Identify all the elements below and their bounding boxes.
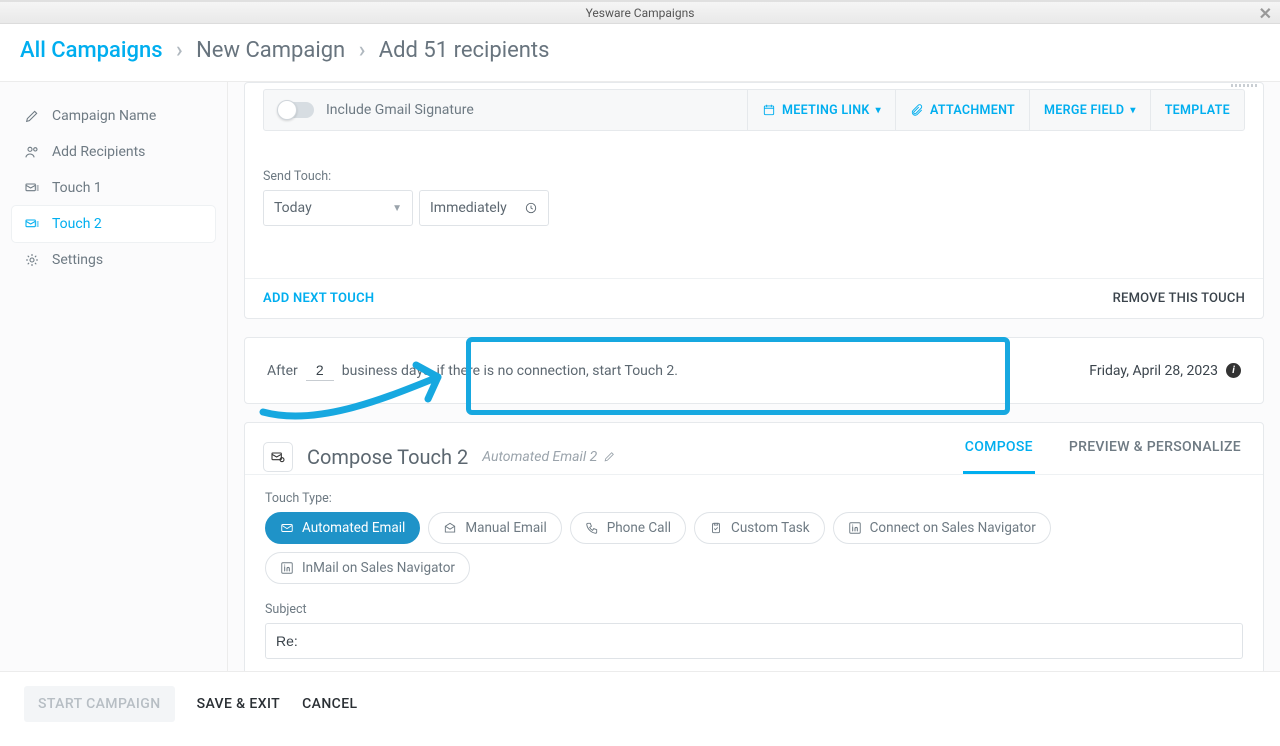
save-exit-button[interactable]: SAVE & EXIT xyxy=(197,696,281,712)
sidebar-item-touch-2[interactable]: Touch 2 xyxy=(12,206,215,242)
footer: START CAMPAIGN SAVE & EXIT CANCEL xyxy=(0,671,1280,735)
pill-phone-call[interactable]: Phone Call xyxy=(570,512,686,544)
linkedin-icon xyxy=(848,521,862,535)
meeting-link-button[interactable]: MEETING LINK ▾ xyxy=(747,89,895,131)
mail-icon xyxy=(280,521,294,535)
gmail-signature-toggle[interactable] xyxy=(278,102,314,118)
subject-input[interactable] xyxy=(265,623,1243,659)
subject-label: Subject xyxy=(265,602,1243,617)
sidebar: Campaign Name Add Recipients Touch 1 Tou… xyxy=(0,82,228,671)
calendar-icon xyxy=(762,103,776,117)
sidebar-item-label: Add Recipients xyxy=(52,144,145,160)
sidebar-item-label: Touch 2 xyxy=(52,216,102,232)
compose-touch-panel: Compose Touch 2 Automated Email 2 COMPOS… xyxy=(244,422,1264,671)
chevron-down-icon: ▼ xyxy=(392,203,402,214)
phone-icon xyxy=(585,521,599,535)
info-icon[interactable]: i xyxy=(1226,363,1241,378)
chevron-down-icon: ▾ xyxy=(876,105,881,116)
clipboard-check-icon xyxy=(709,521,723,535)
delay-prefix: After xyxy=(267,363,298,379)
mail-send-icon xyxy=(24,216,40,232)
send-time-select[interactable]: Immediately xyxy=(419,190,549,226)
sidebar-item-label: Settings xyxy=(52,252,103,268)
merge-field-button[interactable]: MERGE FIELD ▾ xyxy=(1029,89,1150,131)
sidebar-item-add-recipients[interactable]: Add Recipients xyxy=(12,134,215,170)
mail-open-icon xyxy=(443,521,457,535)
breadcrumb: All Campaigns › New Campaign › Add 51 re… xyxy=(0,24,1280,81)
touch-type-label: Touch Type: xyxy=(265,491,1243,506)
start-campaign-button: START CAMPAIGN xyxy=(24,686,175,722)
pencil-icon xyxy=(603,450,616,463)
gear-icon xyxy=(24,252,40,268)
send-day-select[interactable]: Today ▼ xyxy=(263,190,413,226)
sidebar-item-touch-1[interactable]: Touch 1 xyxy=(12,170,215,206)
linkedin-icon xyxy=(280,561,294,575)
paperclip-icon xyxy=(910,103,924,117)
pill-inmail-sales-navigator[interactable]: InMail on Sales Navigator xyxy=(265,552,470,584)
delay-days-input[interactable] xyxy=(306,360,334,381)
gmail-signature-label: Include Gmail Signature xyxy=(326,102,474,118)
main-content: Include Gmail Signature MEETING LINK ▾ A… xyxy=(228,82,1280,671)
users-icon xyxy=(24,144,40,160)
sidebar-item-campaign-name[interactable]: Campaign Name xyxy=(12,98,215,134)
sidebar-item-label: Touch 1 xyxy=(52,180,102,196)
pill-automated-email[interactable]: Automated Email xyxy=(265,512,420,544)
delay-card: After business days, if there is no conn… xyxy=(244,337,1264,404)
breadcrumb-root[interactable]: All Campaigns xyxy=(20,38,163,63)
chevron-down-icon: ▾ xyxy=(1130,105,1135,116)
compose-subtitle[interactable]: Automated Email 2 xyxy=(482,449,616,465)
breadcrumb-new-campaign[interactable]: New Campaign xyxy=(196,38,345,63)
pill-custom-task[interactable]: Custom Task xyxy=(694,512,825,544)
chevron-right-icon: › xyxy=(176,38,183,63)
cancel-button[interactable]: CANCEL xyxy=(302,696,357,712)
sidebar-item-label: Campaign Name xyxy=(52,108,156,124)
compose-title: Compose Touch 2 xyxy=(307,445,468,469)
editor-toolbar: Include Gmail Signature MEETING LINK ▾ A… xyxy=(263,89,1245,131)
delay-date: Friday, April 28, 2023 xyxy=(1089,363,1218,379)
pill-manual-email[interactable]: Manual Email xyxy=(428,512,561,544)
mail-icon xyxy=(263,442,293,472)
chevron-right-icon: › xyxy=(359,38,366,63)
attachment-button[interactable]: ATTACHMENT xyxy=(895,89,1029,131)
sidebar-item-settings[interactable]: Settings xyxy=(12,242,215,278)
pencil-icon xyxy=(24,108,40,124)
title-bar: Yesware Campaigns ✕ xyxy=(0,0,1280,24)
remove-this-touch-button[interactable]: REMOVE THIS TOUCH xyxy=(1113,291,1245,306)
delay-suffix: business days, if there is no connection… xyxy=(342,363,678,379)
pill-connect-sales-navigator[interactable]: Connect on Sales Navigator xyxy=(833,512,1051,544)
send-touch-label: Send Touch: xyxy=(263,169,1245,184)
clock-icon xyxy=(524,201,538,215)
breadcrumb-add-recipients: Add 51 recipients xyxy=(379,38,550,63)
mail-send-icon xyxy=(24,180,40,196)
tab-preview-personalize[interactable]: PREVIEW & PERSONALIZE xyxy=(1067,439,1243,474)
touch-1-panel: Include Gmail Signature MEETING LINK ▾ A… xyxy=(244,82,1264,319)
add-next-touch-button[interactable]: ADD NEXT TOUCH xyxy=(263,291,374,306)
window-title: Yesware Campaigns xyxy=(586,6,695,20)
close-icon[interactable]: ✕ xyxy=(1259,4,1272,23)
tab-compose[interactable]: COMPOSE xyxy=(963,439,1035,474)
template-button[interactable]: TEMPLATE xyxy=(1150,89,1244,131)
